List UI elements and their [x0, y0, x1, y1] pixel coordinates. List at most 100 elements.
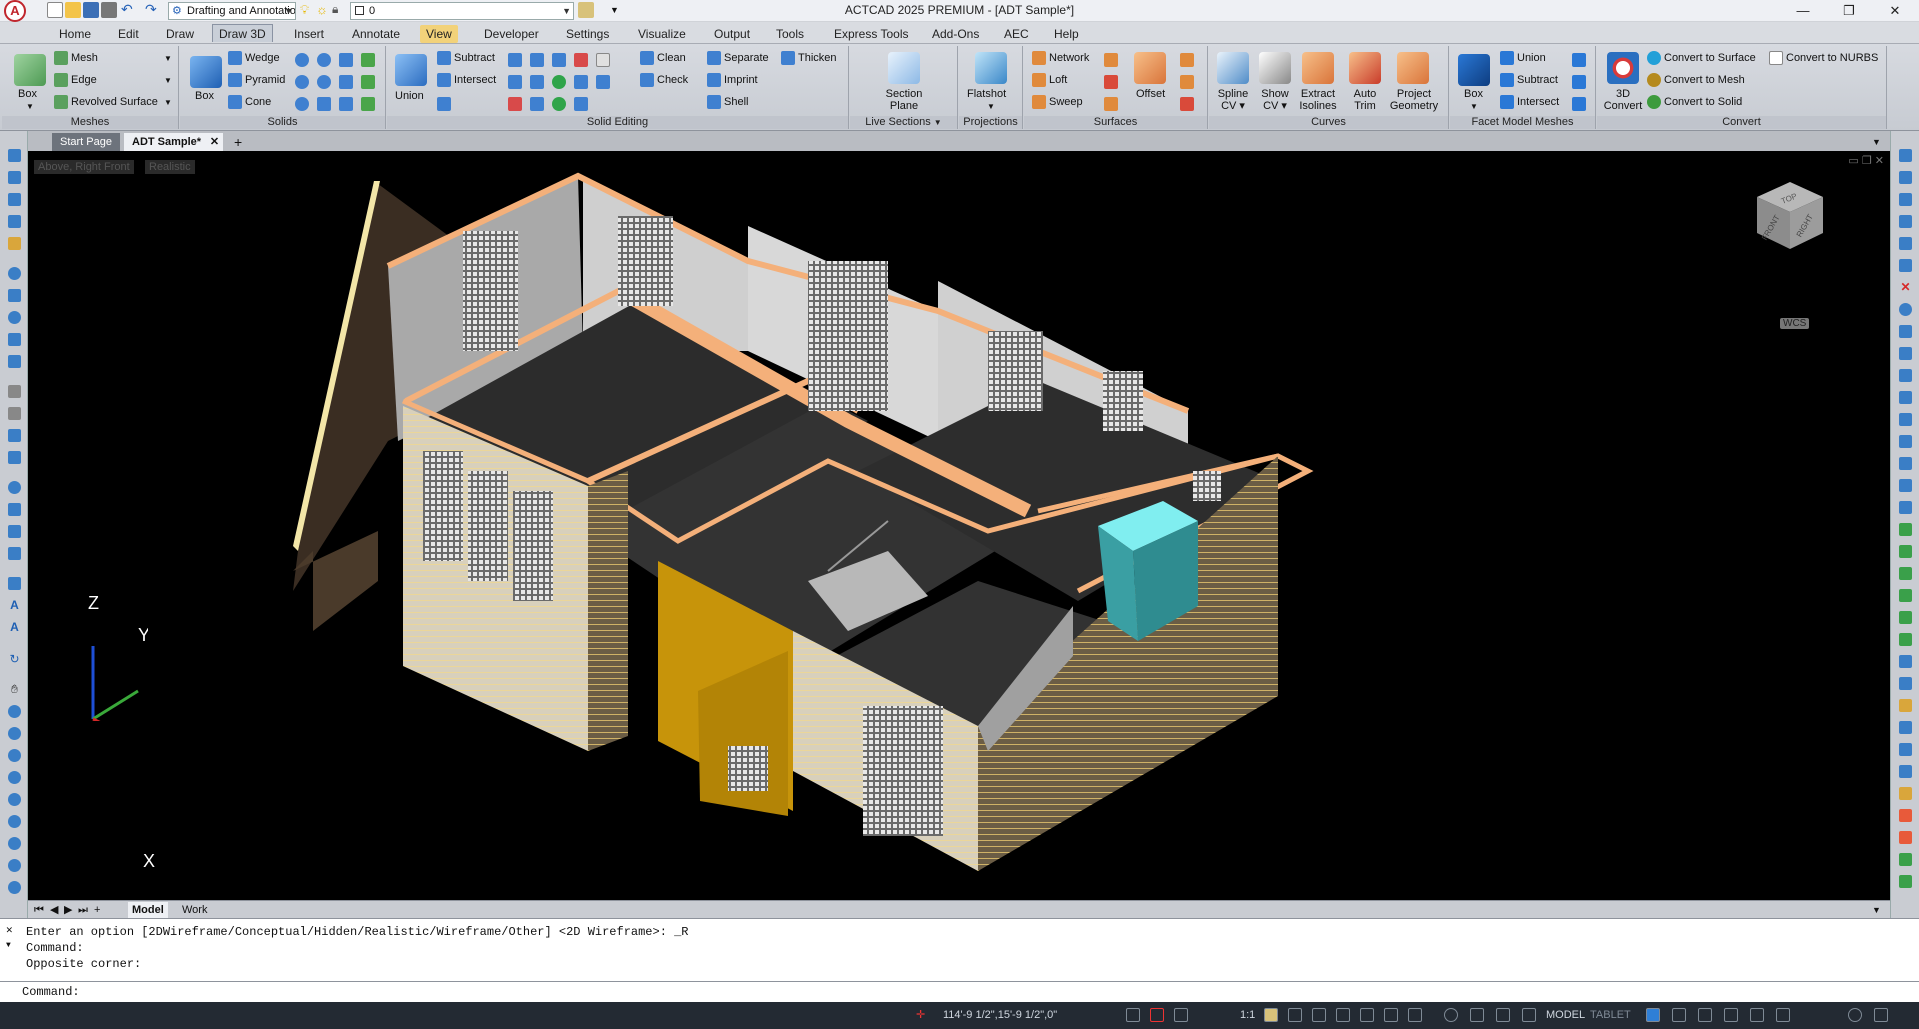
fillet-icon[interactable] — [1899, 479, 1912, 492]
zoom-realtime-icon[interactable] — [8, 705, 21, 718]
panel-title[interactable]: Live Sections ▼ — [850, 116, 957, 129]
scale-icon[interactable] — [1899, 325, 1912, 338]
dish-icon[interactable] — [317, 97, 331, 111]
mesh-button[interactable]: Mesh — [54, 51, 98, 66]
layer-match-icon[interactable] — [1899, 633, 1912, 646]
spline-cv-icon[interactable] — [1217, 52, 1249, 84]
tab-annotate[interactable]: Annotate — [346, 25, 406, 43]
array-icon[interactable] — [1899, 237, 1912, 250]
mtext-icon[interactable]: A — [8, 621, 21, 634]
mirror-icon[interactable] — [1899, 193, 1912, 206]
settings-icon[interactable] — [1646, 1008, 1660, 1022]
extract-isolines-icon[interactable] — [1302, 52, 1334, 84]
chevron-down-icon[interactable]: ▼ — [1868, 902, 1885, 918]
tab-developer[interactable]: Developer — [478, 25, 545, 43]
chevron-down-icon[interactable]: ▼ — [1470, 101, 1478, 113]
doc-tab-start-page[interactable]: Start Page — [52, 133, 120, 151]
ray-icon[interactable] — [8, 193, 21, 206]
3d-convert-label[interactable]: 3D Convert — [1603, 88, 1643, 112]
tablet-button[interactable]: TABLET — [1590, 1007, 1631, 1023]
sweep-button[interactable]: Sweep — [1032, 95, 1083, 110]
planar-icon[interactable] — [1104, 53, 1118, 67]
tab-draw-3d[interactable]: Draw 3D — [212, 24, 273, 42]
restore-button[interactable]: ❐ — [1829, 0, 1869, 22]
tab-edit[interactable]: Edit — [112, 25, 145, 43]
move-faces-icon[interactable] — [530, 53, 544, 67]
explode-icon[interactable] — [1899, 501, 1912, 514]
new-tab-button[interactable]: + — [226, 133, 250, 151]
tab-output[interactable]: Output — [708, 25, 756, 43]
arc-icon[interactable] — [8, 289, 21, 302]
divide-icon[interactable] — [1899, 721, 1912, 734]
coordinates-readout[interactable]: 114'-9 1/2",15'-9 1/2",0" — [943, 1007, 1057, 1023]
convert-to-nurbs-button[interactable]: Convert to NURBS — [1769, 51, 1878, 66]
tab-list-chevron-icon[interactable]: ▼ — [1864, 133, 1889, 151]
box-mesh-icon[interactable] — [14, 54, 46, 86]
convert-to-mesh-button[interactable]: Convert to Mesh — [1647, 73, 1745, 88]
facet-subtract-button[interactable]: Subtract — [1500, 73, 1558, 88]
chevron-down-icon[interactable]: ▼ — [164, 96, 172, 110]
subtract-button[interactable]: Subtract — [437, 51, 495, 66]
tab-express-tools[interactable]: Express Tools — [828, 25, 914, 43]
polysolid-icon[interactable] — [339, 97, 353, 111]
torus-icon[interactable] — [339, 53, 353, 67]
extend-icon[interactable] — [1899, 391, 1912, 404]
zoom-in-icon[interactable] — [8, 771, 21, 784]
ortho-icon[interactable] — [1174, 1008, 1188, 1022]
revolve-icon[interactable] — [361, 75, 375, 89]
region-icon[interactable] — [8, 451, 21, 464]
extend-surface-icon[interactable] — [1180, 97, 1194, 111]
intersect-button[interactable]: Intersect — [437, 73, 496, 88]
ellipse-icon[interactable] — [8, 311, 21, 324]
snap-mode-icon[interactable] — [1360, 1008, 1374, 1022]
facet-refine-icon[interactable] — [1572, 97, 1586, 111]
minimize-button[interactable]: — — [1783, 0, 1823, 22]
audit-icon[interactable] — [1899, 875, 1912, 888]
add-layout-button[interactable]: + — [90, 902, 104, 918]
patch-icon[interactable] — [1104, 97, 1118, 111]
section-plane-label[interactable]: Section Plane — [874, 88, 934, 112]
shell-button[interactable]: Shell — [707, 95, 748, 110]
polar-tracking-icon[interactable] — [1408, 1008, 1422, 1022]
tab-model[interactable]: Model — [128, 902, 168, 918]
thicken-button[interactable]: Thicken — [781, 51, 837, 66]
spline-icon[interactable] — [8, 215, 21, 228]
delete-faces-icon[interactable] — [574, 53, 588, 67]
network-button[interactable]: Network — [1032, 51, 1089, 66]
offset-label[interactable]: Offset — [1136, 88, 1165, 100]
block-icon[interactable] — [8, 577, 21, 590]
cone-button[interactable]: Cone — [228, 95, 271, 110]
loft-button[interactable]: Loft — [1032, 73, 1067, 88]
chamfer-edges-icon[interactable] — [552, 97, 566, 111]
break-icon[interactable] — [1899, 413, 1912, 426]
drawing-viewport[interactable]: Above, Right Front Realistic ▭ ❐ ✕ TOP F… — [28, 151, 1890, 900]
taper-faces-icon[interactable] — [508, 75, 522, 89]
auto-scale-icon[interactable] — [1288, 1008, 1302, 1022]
wcs-button[interactable]: WCS — [1780, 318, 1810, 329]
tab-work[interactable]: Work — [178, 902, 211, 918]
delete-edges-icon[interactable] — [508, 97, 522, 111]
ellipsoid-icon[interactable] — [295, 97, 309, 111]
auto-trim-label[interactable]: Auto Trim — [1345, 88, 1385, 112]
zoom-previous-icon[interactable] — [8, 749, 21, 762]
menu-icon[interactable] — [1522, 1008, 1536, 1022]
hardware-acceleration-icon[interactable] — [1724, 1008, 1738, 1022]
text-icon[interactable]: A — [8, 599, 21, 612]
tab-add-ons[interactable]: Add-Ons — [926, 25, 985, 43]
purge-icon[interactable] — [1899, 853, 1912, 866]
project-geometry-icon[interactable] — [1397, 52, 1429, 84]
auto-trim-icon[interactable] — [1349, 52, 1381, 84]
3d-convert-icon[interactable] — [1607, 52, 1639, 84]
imprint-button[interactable]: Imprint — [707, 73, 758, 88]
convert-to-solid-button[interactable]: Convert to Solid — [1647, 95, 1742, 110]
command-line[interactable]: Command: — [0, 981, 1919, 1002]
doc-tab-adt-sample[interactable]: ADT Sample* ✕ — [124, 133, 224, 151]
zoom-center-icon[interactable] — [8, 881, 21, 894]
separate-button[interactable]: Separate — [707, 51, 769, 66]
cylinder-icon[interactable] — [295, 53, 309, 67]
info-icon[interactable] — [1848, 1008, 1862, 1022]
close-button[interactable]: ✕ — [1875, 0, 1915, 22]
rotate-icon[interactable] — [1899, 303, 1912, 316]
facet-union-button[interactable]: Union — [1500, 51, 1546, 66]
view-cube[interactable]: TOP FRONT RIGHT — [1745, 167, 1835, 257]
